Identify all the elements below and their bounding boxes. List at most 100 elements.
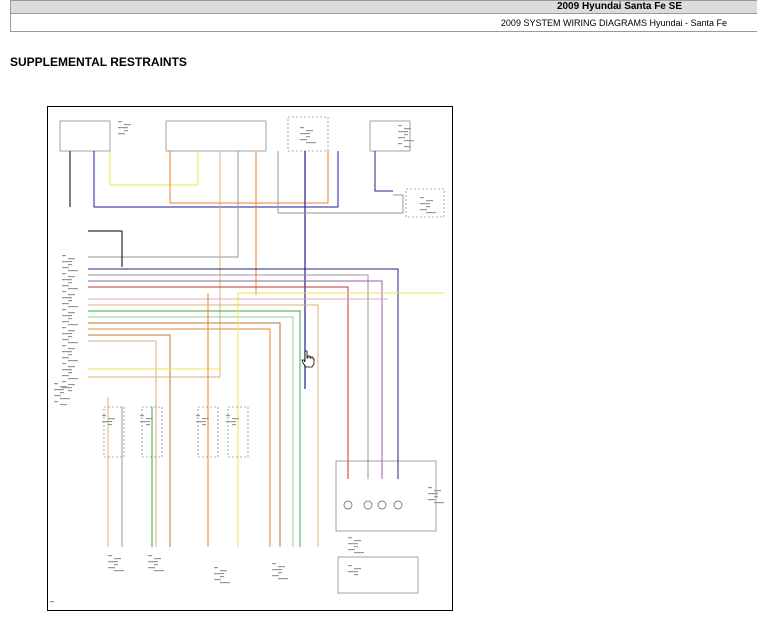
label-mark-left-column [62, 291, 66, 293]
label-mark-left-column [68, 282, 72, 284]
label-mark-bottom-3 [272, 575, 279, 577]
label-mark-left-column [68, 294, 75, 296]
label-mark-left-lower [60, 392, 64, 394]
label-mark-bottom-0 [114, 570, 124, 572]
label-mark-left-column [62, 309, 66, 311]
airbag-module-box [335, 460, 437, 532]
label-mark-left-column [68, 312, 75, 314]
label-mark-bottom-2 [214, 567, 218, 569]
label-mark-left-column [62, 255, 66, 257]
clock-spring-box [337, 556, 419, 594]
label-mark-left-column [62, 339, 69, 341]
component-box-top-left [59, 120, 111, 152]
label-mark-left-column [68, 336, 72, 338]
module-pin-3 [393, 500, 403, 510]
label-mark-module [434, 496, 438, 498]
wiring-diagram-canvas [50, 116, 445, 603]
hand-pointer-icon [301, 350, 315, 368]
wire-navy-harness [88, 268, 399, 479]
label-mark-connector-right [426, 212, 436, 214]
label-mark-sensor-0 [108, 418, 115, 420]
label-mark-left-column [62, 279, 72, 281]
label-mark-left-column [62, 375, 69, 377]
label-mark-left-column [68, 342, 78, 344]
label-mark-sensor-1 [140, 415, 144, 417]
label-mark-left-column [68, 264, 72, 266]
label-mark-left-column [68, 306, 78, 308]
label-mark-bottom-4 [348, 549, 355, 551]
label-mark-bottom-4 [354, 540, 361, 542]
label-mark-left-lower [60, 398, 70, 400]
label-mark-sensor-0 [108, 424, 112, 426]
label-mark-bottom-0 [114, 558, 121, 560]
label-mark-sensor-1 [146, 418, 153, 420]
label-mark-bottom-0 [108, 561, 118, 563]
wire-gray-right [277, 151, 404, 214]
label-mark-top-right [306, 142, 316, 144]
label-mark-top [118, 127, 128, 129]
label-mark-left-column [68, 384, 75, 386]
label-mark-left-column [62, 303, 69, 305]
document-header: 2009 Hyundai Santa Fe SE 2009 SYSTEM WIR… [10, 0, 757, 32]
label-mark-footer [50, 601, 54, 603]
wire-brown-harness [88, 322, 281, 547]
label-mark-top [124, 124, 131, 126]
module-pin-2 [377, 500, 387, 510]
label-mark-left-column [68, 390, 72, 392]
label-mark-connector-right [420, 203, 430, 205]
label-mark-bottom-2 [220, 576, 224, 578]
label-mark-module [434, 490, 441, 492]
label-mark-left-column [68, 348, 75, 350]
label-mark-module [428, 487, 432, 489]
label-mark-bottom-1 [154, 570, 164, 572]
label-mark-far-right [398, 137, 405, 139]
label-mark-far-right [404, 134, 408, 136]
label-mark-left-column [62, 327, 66, 329]
label-mark-left-column [62, 345, 66, 347]
wiring-diagram [47, 106, 453, 611]
label-mark-left-column [62, 297, 72, 299]
label-mark-bottom-0 [108, 555, 112, 557]
label-mark-sensor-1 [140, 421, 150, 423]
label-mark-bottom-4 [354, 552, 364, 554]
label-mark-top-right [300, 127, 304, 129]
label-mark-far-right [398, 143, 402, 145]
wire-black-2 [88, 230, 123, 267]
wire-orange-top [169, 151, 329, 204]
label-mark-sensor-3 [226, 415, 230, 417]
label-mark-bottom-4 [348, 537, 352, 539]
label-mark-connector-right [420, 209, 427, 211]
label-mark-sensor-3 [226, 421, 236, 423]
label-mark-left-lower [60, 386, 67, 388]
label-mark-bottom-0 [108, 567, 115, 569]
wire-red-harness [88, 286, 349, 479]
label-mark-left-column [68, 300, 72, 302]
label-mark-left-column [62, 381, 66, 383]
label-mark-left-lower [54, 401, 58, 403]
section-title: SUPPLEMENTAL RESTRAINTS [10, 55, 187, 69]
wire-navy-right [374, 151, 393, 192]
label-mark-bottom-1 [154, 558, 161, 560]
label-mark-left-column [68, 372, 72, 374]
label-mark-module [434, 502, 444, 504]
wire-green-harness [88, 310, 301, 547]
wire-yellow-top [109, 151, 199, 186]
label-mark-bottom-0 [114, 564, 118, 566]
label-mark-left-column [62, 333, 72, 335]
label-mark-left-column [68, 378, 78, 380]
label-mark-left-column [68, 276, 75, 278]
label-mark-connector-right [426, 206, 430, 208]
module-pin-0 [343, 500, 353, 510]
label-mark-sensor-3 [232, 424, 236, 426]
label-mark-left-column [68, 318, 72, 320]
wire-blue-top [93, 151, 339, 208]
label-mark-sensor-1 [146, 424, 150, 426]
label-mark-left-lower [54, 395, 61, 397]
label-mark-connector-right [426, 200, 433, 202]
label-mark-top [124, 130, 128, 132]
label-mark-bottom-3 [278, 566, 285, 568]
label-mark-left-column [62, 369, 72, 371]
document-subtitle: 2009 SYSTEM WIRING DIAGRAMS Hyundai - Sa… [500, 18, 727, 28]
label-mark-sensor-2 [202, 424, 206, 426]
label-mark-left-column [62, 273, 66, 275]
